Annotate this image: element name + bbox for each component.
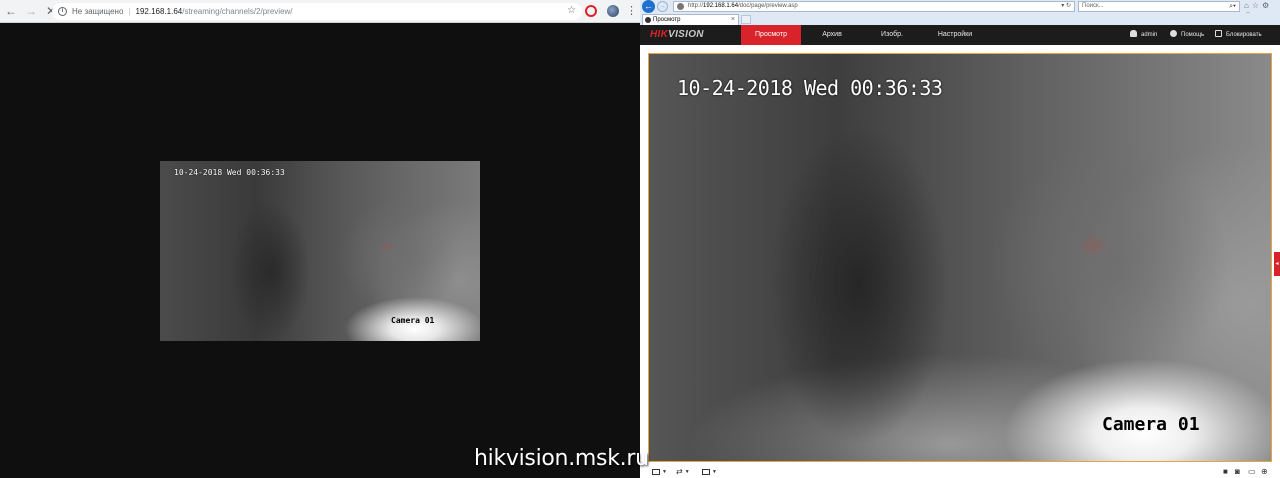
- forward-icon[interactable]: →: [657, 1, 668, 12]
- tab-title: Просмотр: [653, 17, 681, 23]
- logout-label: Блокировать: [1226, 32, 1262, 38]
- logout-icon: [1215, 30, 1222, 37]
- osd-datetime: 10-24-2018 Wed 00:36:33: [174, 168, 285, 177]
- back-icon[interactable]: ←: [642, 0, 655, 13]
- url-path: /streaming/channels/2/preview/: [182, 7, 293, 16]
- help-label: Помощь: [1181, 32, 1205, 38]
- ie-address-row: ← → http://192.168.1.64/doc/page/preview…: [640, 0, 1280, 19]
- address-bar[interactable]: http://192.168.1.64/doc/page/preview.asp…: [673, 1, 1075, 12]
- tab-live-view[interactable]: Просмотр: [741, 25, 801, 45]
- back-icon[interactable]: ←: [2, 2, 20, 20]
- address-separator: |: [128, 7, 131, 16]
- search-icon[interactable]: ⌕▾: [1229, 2, 1236, 11]
- user-icon: [1130, 30, 1137, 37]
- help-icon: [1170, 30, 1177, 37]
- ie-tab-row: Просмотр ×: [640, 13, 1280, 25]
- info-icon[interactable]: i: [58, 7, 67, 16]
- search-input[interactable]: Поиск... ⌕▾: [1078, 1, 1240, 12]
- tab-configuration[interactable]: Настройки: [930, 25, 980, 45]
- video-preview-small[interactable]: 10-24-2018 Wed 00:36:33 Camera 01: [160, 161, 480, 341]
- user-name: admin: [1141, 32, 1158, 38]
- chrome-window: ← → ✕ i Не защищено | 192.168.1.64/strea…: [0, 0, 640, 478]
- watermark: hikvision.msk.ru: [474, 446, 649, 471]
- help-link[interactable]: Помощь: [1170, 25, 1204, 45]
- tab-preview[interactable]: Просмотр ×: [642, 14, 739, 25]
- url-prefix: http://: [688, 3, 704, 9]
- video-preview-large[interactable]: [649, 54, 1271, 461]
- side-panel-toggle[interactable]: ◂: [1274, 252, 1280, 276]
- plugin-select-button[interactable]: ▼: [702, 467, 717, 476]
- logout-link[interactable]: Блокировать: [1215, 25, 1262, 45]
- window-layout-button[interactable]: ▼: [652, 467, 667, 476]
- osd-camera-name: Camera 01: [1102, 414, 1200, 435]
- hikvision-logo: HIKVISION: [650, 29, 704, 40]
- opera-extension-icon[interactable]: [585, 5, 597, 17]
- osd-camera-name: Camera 01: [391, 316, 435, 325]
- security-label: Не защищено: [72, 7, 124, 16]
- video-preview-frame[interactable]: 10-24-2018 Wed 00:36:33 Camera 01: [648, 53, 1272, 462]
- ie-window: ← → http://192.168.1.64/doc/page/preview…: [640, 0, 1280, 478]
- osd-datetime: 10-24-2018 Wed 00:36:33: [677, 76, 943, 100]
- page-icon: [677, 3, 684, 10]
- window-layout-icon: [652, 469, 660, 475]
- plugin-icon: [702, 469, 710, 475]
- refresh-icon[interactable]: ▾ ↻: [1061, 2, 1071, 11]
- tab-playback[interactable]: Архив: [812, 25, 852, 45]
- url-host: 192.168.1.64: [135, 7, 183, 16]
- search-placeholder: Поиск...: [1082, 3, 1104, 9]
- chrome-toolbar: ← → ✕ i Не защищено | 192.168.1.64/strea…: [0, 0, 640, 23]
- tab-favicon-icon: [645, 17, 651, 23]
- record-icon[interactable]: ▭: [1248, 467, 1256, 476]
- bookmark-star-icon[interactable]: ☆: [567, 5, 576, 16]
- address-bar[interactable]: i Не защищено | 192.168.1.64/streaming/c…: [52, 3, 582, 20]
- chrome-menu-icon[interactable]: ⋮: [626, 4, 637, 17]
- hikvision-nav-bar: HIKVISION Просмотр Архив Изобр. Настройк…: [640, 25, 1280, 45]
- stop-icon[interactable]: ■: [1223, 467, 1228, 476]
- forward-icon[interactable]: →: [22, 2, 40, 20]
- profile-avatar[interactable]: [607, 5, 619, 17]
- screen: ← → ✕ i Не защищено | 192.168.1.64/strea…: [0, 0, 1280, 478]
- stream-icon: ⇄: [676, 467, 683, 476]
- video-toolbar: ▼ ⇄ ▼ ▼ ■ ◙ ▭ ⊕: [640, 465, 1280, 478]
- user-menu[interactable]: admin: [1130, 25, 1157, 45]
- close-icon[interactable]: ×: [731, 15, 735, 25]
- stream-select-button[interactable]: ⇄ ▼: [676, 467, 690, 476]
- url-path: /doc/page/preview.asp: [738, 3, 798, 9]
- snapshot-icon[interactable]: ◙: [1235, 467, 1240, 476]
- zoom-icon[interactable]: ⊕: [1261, 467, 1268, 476]
- tab-picture[interactable]: Изобр.: [872, 25, 912, 45]
- url-host: 192.168.1.64: [703, 3, 739, 9]
- new-tab-button[interactable]: [741, 15, 751, 24]
